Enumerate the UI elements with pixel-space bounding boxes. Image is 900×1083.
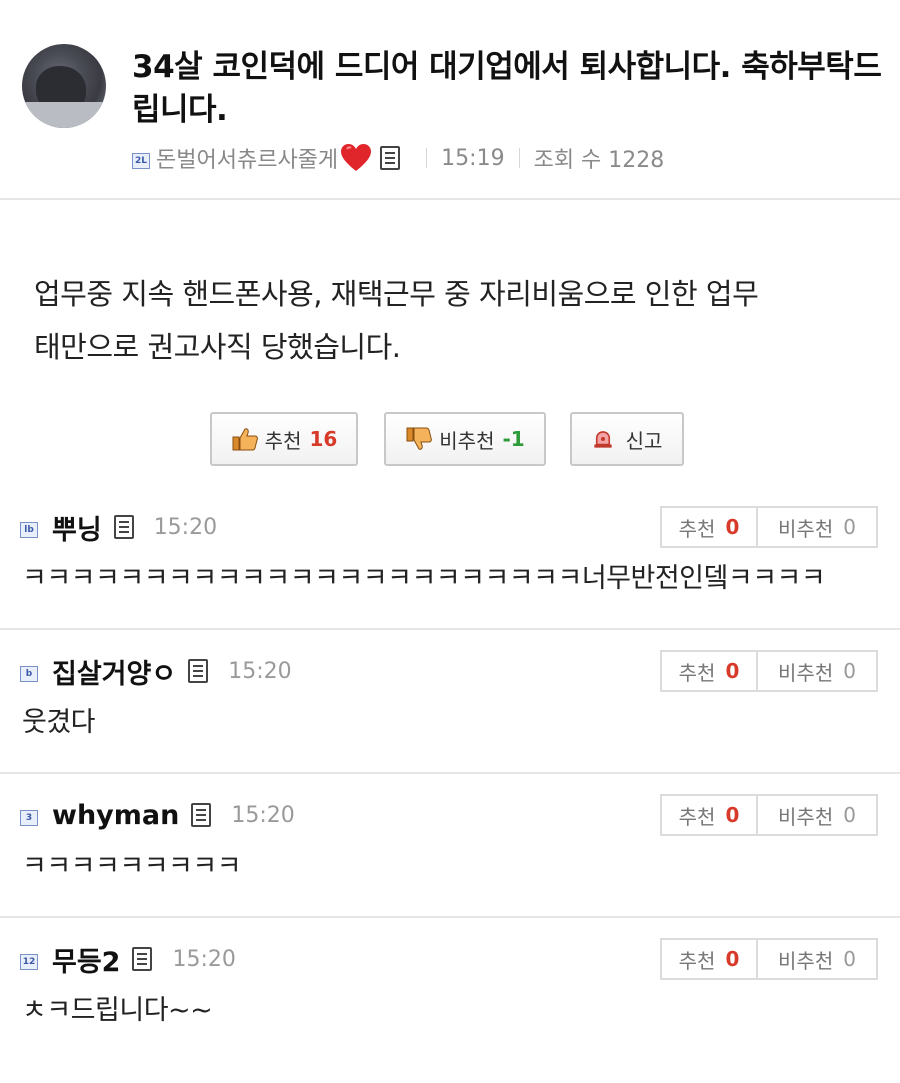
comment-item: b 집살거양ㅇ 15:20 추천 0 비추천 0 웃겼다 xyxy=(0,632,900,774)
comment-not-recommend-count: 0 xyxy=(843,659,856,683)
comment-not-recommend-label: 비추천 xyxy=(778,948,834,973)
post-time: 15:19 xyxy=(441,145,505,171)
memo-icon[interactable] xyxy=(188,659,209,683)
comment-recommend-count: 0 xyxy=(725,659,740,683)
comment-recommend-count: 0 xyxy=(725,947,740,971)
view-count: 조회 수 1228 xyxy=(533,148,665,173)
memo-icon[interactable] xyxy=(113,515,134,539)
author-name[interactable]: 돈벌어서츄르사줄게 xyxy=(156,142,338,174)
comment-author[interactable]: 무등2 xyxy=(52,940,120,979)
comment-item: lb 뿌닝 15:20 추천 0 비추천 0 ㅋㅋㅋㅋㅋㅋㅋㅋㅋㅋㅋㅋㅋㅋㅋㅋㅋㅋㅋ… xyxy=(0,488,900,630)
comment-not-recommend-button[interactable]: 비추천 0 xyxy=(758,508,876,546)
memo-icon[interactable] xyxy=(380,146,401,170)
not-recommend-label: 비추천 xyxy=(439,428,495,453)
comment-not-recommend-count: 0 xyxy=(843,803,856,827)
comment-author[interactable]: 뿌닝 xyxy=(52,508,102,547)
comment-vote-box: 추천 0 비추천 0 xyxy=(660,650,878,692)
comment-recommend-label: 추천 xyxy=(678,516,716,541)
comment-not-recommend-label: 비추천 xyxy=(778,804,834,829)
comment-recommend-button[interactable]: 추천 0 xyxy=(662,940,758,978)
meta-divider xyxy=(426,148,428,168)
report-label: 신고 xyxy=(625,428,663,453)
post-body-line: 업무중 지속 핸드폰사용, 재택근무 중 자리비움으로 인한 업무 xyxy=(34,277,759,311)
level-badge-icon: lb xyxy=(20,522,38,538)
comment-header: 3 whyman 15:20 xyxy=(20,798,295,832)
comment-header: lb 뿌닝 15:20 xyxy=(20,508,218,547)
comment-vote-box: 추천 0 비추천 0 xyxy=(660,506,878,548)
recommend-label: 추천 xyxy=(264,428,302,453)
comment-recommend-label: 추천 xyxy=(678,660,716,685)
thumbs-up-icon xyxy=(232,428,258,451)
comment-author[interactable]: whyman xyxy=(52,800,179,831)
comment-vote-box: 추천 0 비추천 0 xyxy=(660,938,878,980)
comment-recommend-button[interactable]: 추천 0 xyxy=(662,652,758,690)
recommend-button[interactable]: 추천 16 xyxy=(210,412,358,466)
comment-author[interactable]: 집살거양ㅇ xyxy=(52,652,176,691)
not-recommend-button[interactable]: 비추천 -1 xyxy=(384,412,546,466)
comment-not-recommend-label: 비추천 xyxy=(778,516,834,541)
comment-item: 12 무등2 15:20 추천 0 비추천 0 ㅊㅋ드립니다~~ xyxy=(0,920,900,1062)
meta-divider xyxy=(518,148,520,168)
level-badge-icon: 3 xyxy=(20,810,38,826)
comment-recommend-count: 0 xyxy=(725,803,740,827)
recommend-count: 16 xyxy=(309,427,338,451)
not-recommend-count: -1 xyxy=(502,427,525,451)
comment-header: 12 무등2 15:20 xyxy=(20,940,236,979)
comment-not-recommend-button[interactable]: 비추천 0 xyxy=(758,796,876,834)
comment-text: ㅋㅋㅋㅋㅋㅋㅋㅋㅋ xyxy=(22,851,242,882)
comment-recommend-count: 0 xyxy=(725,515,740,539)
heart-icon xyxy=(341,144,372,171)
comment-time: 15:20 xyxy=(172,946,236,972)
comment-recommend-button[interactable]: 추천 0 xyxy=(662,796,758,834)
vote-bar: 추천 16 비추천 -1 신고 xyxy=(0,412,900,468)
level-badge-icon: 2L xyxy=(132,153,150,169)
post-meta: 2L 돈벌어서츄르사줄게 15:19 조회 수 1228 xyxy=(132,143,664,173)
memo-icon[interactable] xyxy=(191,803,212,827)
comment-text: ㅋㅋㅋㅋㅋㅋㅋㅋㅋㅋㅋㅋㅋㅋㅋㅋㅋㅋㅋㅋㅋㅋㅋ너무반전인뎈ㅋㅋㅋㅋ xyxy=(22,563,826,594)
level-badge-icon: b xyxy=(20,666,38,682)
comment-not-recommend-count: 0 xyxy=(843,947,856,971)
comment-time: 15:20 xyxy=(228,658,292,684)
memo-icon[interactable] xyxy=(132,947,153,971)
post-header: 34살 코인덕에 드디어 대기업에서 퇴사합니다. 축하부탁드립니다. 2L 돈… xyxy=(0,0,900,200)
thumbs-down-icon xyxy=(406,427,433,450)
comment-recommend-button[interactable]: 추천 0 xyxy=(662,508,758,546)
siren-icon xyxy=(593,431,612,448)
comment-not-recommend-button[interactable]: 비추천 0 xyxy=(758,652,876,690)
post-body: 업무중 지속 핸드폰사용, 재택근무 중 자리비움으로 인한 업무 태만으로 권… xyxy=(34,268,874,374)
comment-recommend-label: 추천 xyxy=(678,804,716,829)
avatar-background xyxy=(22,102,106,128)
comment-header: b 집살거양ㅇ 15:20 xyxy=(20,652,292,691)
comment-not-recommend-count: 0 xyxy=(843,515,856,539)
level-badge-icon: 12 xyxy=(20,954,38,970)
post-title: 34살 코인덕에 드디어 대기업에서 퇴사합니다. 축하부탁드립니다. xyxy=(132,49,882,128)
comment-vote-box: 추천 0 비추천 0 xyxy=(660,794,878,836)
comment-time: 15:20 xyxy=(231,802,295,828)
comment-text: ㅊㅋ드립니다~~ xyxy=(22,995,213,1026)
comment-item: 3 whyman 15:20 추천 0 비추천 0 ㅋㅋㅋㅋㅋㅋㅋㅋㅋ xyxy=(0,776,900,918)
post-body-line: 태만으로 권고사직 당했습니다. xyxy=(34,330,401,364)
report-button[interactable]: 신고 xyxy=(570,412,684,466)
comment-not-recommend-button[interactable]: 비추천 0 xyxy=(758,940,876,978)
comment-recommend-label: 추천 xyxy=(678,948,716,973)
author-avatar[interactable] xyxy=(22,44,106,128)
comment-text: 웃겼다 xyxy=(22,707,96,738)
comment-time: 15:20 xyxy=(153,514,218,540)
comment-not-recommend-label: 비추천 xyxy=(778,660,834,685)
